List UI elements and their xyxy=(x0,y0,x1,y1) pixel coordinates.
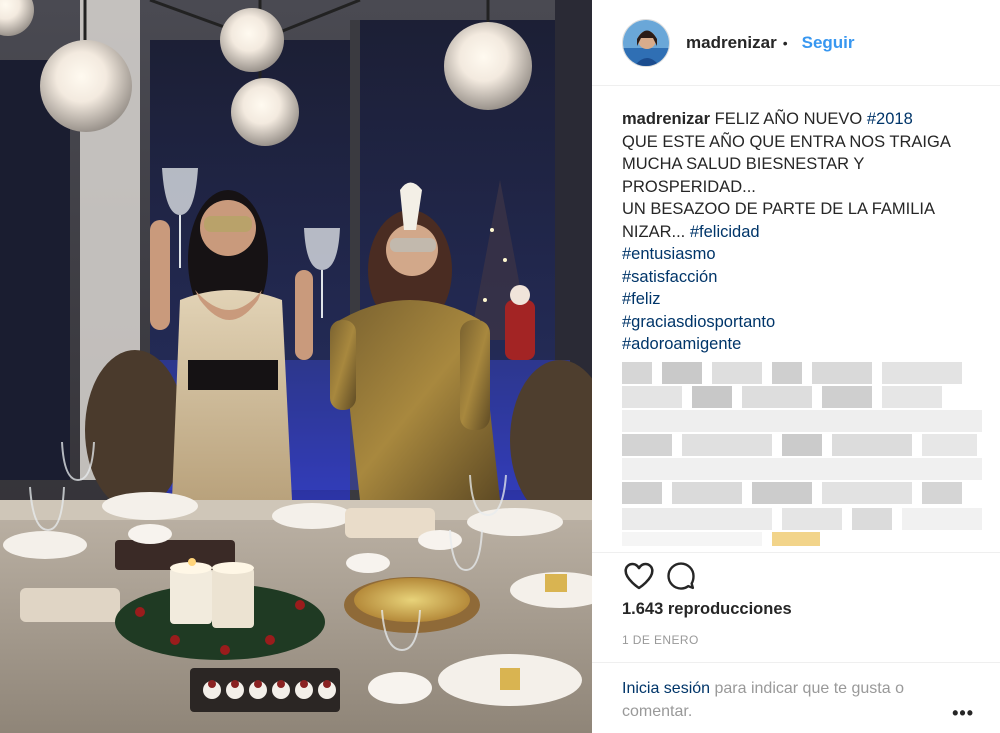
view-count-label: reproducciones xyxy=(667,600,792,618)
comment-icon xyxy=(667,562,695,590)
view-count-number: 1.643 xyxy=(622,600,664,618)
post-info-panel: madrenizar • Seguir madrenizar FELIZ AÑO… xyxy=(592,0,1000,733)
login-text: Inicia sesión para indicar que te gusta … xyxy=(622,677,952,723)
post-header: madrenizar • Seguir xyxy=(592,0,1000,86)
username[interactable]: madrenizar xyxy=(686,33,777,53)
actions-divider xyxy=(592,552,1000,554)
more-options-button[interactable]: ••• xyxy=(952,703,974,724)
post-video[interactable] xyxy=(0,0,592,733)
caption-line-2: QUE ESTE AÑO QUE ENTRA NOS TRAIGA xyxy=(622,132,951,151)
avatar[interactable] xyxy=(622,18,670,67)
hashtag-adoroamigente[interactable]: #adoroamigente xyxy=(622,333,984,356)
instagram-post: madrenizar • Seguir madrenizar FELIZ AÑO… xyxy=(0,0,1000,733)
heart-icon xyxy=(624,562,654,590)
hashtag-2018[interactable]: #2018 xyxy=(867,110,913,128)
hashtag-feliz[interactable]: #feliz xyxy=(622,288,984,311)
login-link[interactable]: Inicia sesión xyxy=(622,680,710,697)
hashtag-entusiasmo[interactable]: #entusiasmo xyxy=(622,243,984,266)
hashtag-graciasdiosportanto[interactable]: #graciasdiosportanto xyxy=(622,311,984,334)
hashtag-satisfaccion[interactable]: #satisfacción xyxy=(622,266,984,289)
login-prompt: Inicia sesión para indicar que te gusta … xyxy=(592,662,1000,733)
caption-text-1: FELIZ AÑO NUEVO xyxy=(714,110,863,128)
pixelated-content xyxy=(622,362,982,546)
more-options-icon: ••• xyxy=(952,703,974,723)
like-button[interactable] xyxy=(622,560,656,597)
caption-username[interactable]: madrenizar xyxy=(622,110,710,128)
video-frame xyxy=(0,0,592,733)
hashtag-felicidad[interactable]: #felicidad xyxy=(690,223,760,241)
caption-line-4: PROSPERIDAD... xyxy=(622,177,756,196)
post-date[interactable]: 1 DE ENERO xyxy=(622,633,699,647)
caption-line-1: madrenizar FELIZ AÑO NUEVO #2018 xyxy=(622,108,984,131)
post-caption: madrenizar FELIZ AÑO NUEVO #2018 QUE EST… xyxy=(622,108,984,356)
caption-line-6: NIZAR... #felicidad xyxy=(622,221,984,244)
comment-button[interactable] xyxy=(666,560,696,597)
blurred-comments xyxy=(622,362,982,548)
caption-line-3: MUCHA SALUD BIESNESTAR Y xyxy=(622,155,865,173)
separator-dot: • xyxy=(782,34,788,51)
caption-text-6: NIZAR... xyxy=(622,222,686,241)
caption-line-5: UN BESAZOO DE PARTE DE LA FAMILIA xyxy=(622,200,935,218)
avatar-image xyxy=(623,19,669,66)
follow-button[interactable]: Seguir xyxy=(802,33,855,53)
view-count: 1.643 reproducciones xyxy=(622,600,792,619)
